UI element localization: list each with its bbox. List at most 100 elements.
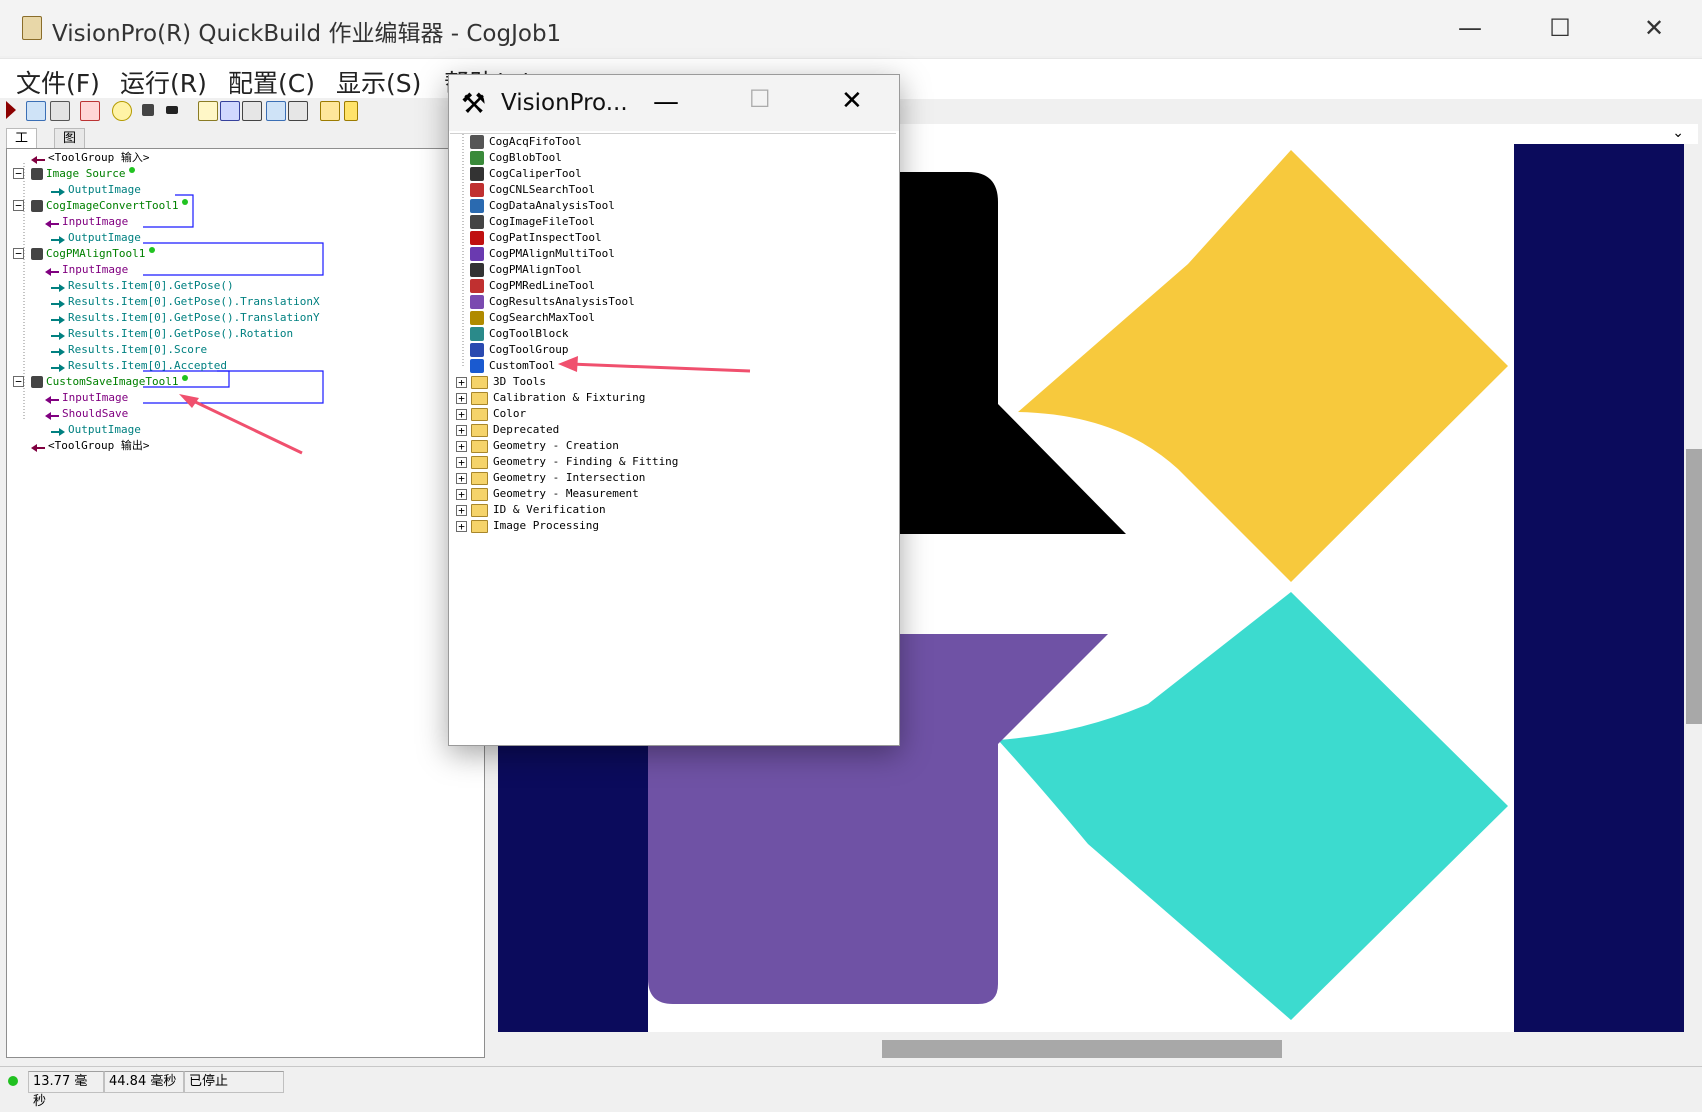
maximize-button[interactable]: ☐ [1530, 10, 1590, 46]
tool-list-item[interactable]: CogCaliperTool [470, 166, 582, 182]
tree-item[interactable]: ShouldSave [45, 407, 128, 421]
number-icon[interactable] [220, 101, 240, 121]
tree-item-label: InputImage [62, 215, 129, 228]
expand-plus-icon[interactable]: + [456, 504, 467, 516]
tree-item[interactable]: Results.Item[0].Score [51, 343, 207, 357]
tool-list-item[interactable]: CogAcqFifoTool [470, 134, 582, 150]
tree-item[interactable]: − Image Source [13, 167, 136, 181]
expand-plus-icon[interactable]: + [456, 456, 467, 468]
tree-item[interactable]: Results.Item[0].GetPose().TranslationX [51, 295, 320, 309]
folder-list-item[interactable]: + Calibration & Fixturing [456, 390, 645, 406]
debug-icon[interactable] [288, 101, 308, 121]
tool-list-item[interactable]: CustomTool [470, 358, 555, 374]
tree-item-label: Results.Item[0].GetPose().TranslationX [68, 295, 320, 308]
tool-list-item[interactable]: CogCNLSearchTool [470, 182, 595, 198]
output-arrow-icon [51, 426, 65, 436]
tool-list-item[interactable]: CogToolBlock [470, 326, 568, 342]
tool-list-item[interactable]: CogSearchMaxTool [470, 310, 595, 326]
vertical-scroll-thumb[interactable] [1686, 449, 1702, 724]
tool-list-item[interactable]: CogPMAlignMultiTool [470, 246, 615, 262]
reset-icon[interactable] [80, 101, 100, 121]
vertical-scrollbar[interactable] [1684, 144, 1702, 1044]
camera-icon[interactable] [26, 101, 46, 121]
folder-list-item[interactable]: + Color [456, 406, 526, 422]
minimize-button[interactable]: — [1440, 10, 1500, 46]
tree-item[interactable]: InputImage [45, 391, 128, 405]
status-state: 已停止 [184, 1071, 284, 1093]
tool-list-label: CogSearchMaxTool [489, 311, 595, 324]
run-icon[interactable] [6, 101, 16, 119]
output-arrow-icon [51, 186, 65, 196]
grid-icon[interactable] [50, 101, 70, 121]
tool-list-item[interactable]: CogImageFileTool [470, 214, 595, 230]
expander-icon[interactable]: − [13, 248, 24, 259]
expand-plus-icon[interactable]: + [456, 488, 467, 500]
tree-item[interactable]: InputImage [45, 263, 128, 277]
tree-item[interactable]: Results.Item[0].GetPose().Rotation [51, 327, 293, 341]
terminal-icon[interactable] [242, 101, 262, 121]
folder-list-item[interactable]: + Deprecated [456, 422, 559, 438]
menu-run[interactable]: 运行(R) [120, 64, 207, 100]
tree-item[interactable]: − CogImageConvertTool1 [13, 199, 189, 213]
expand-plus-icon[interactable]: + [456, 376, 467, 388]
tree-item-label: Results.Item[0].GetPose() [68, 279, 234, 292]
folder-icon [471, 471, 488, 485]
tree-item-label: Results.Item[0].GetPose().Rotation [68, 327, 294, 340]
refresh-icon[interactable] [112, 101, 132, 121]
tool-list-item[interactable]: CogPatInspectTool [470, 230, 602, 246]
expander-icon[interactable]: − [13, 168, 24, 179]
help-icon[interactable] [344, 101, 358, 121]
expander-icon[interactable]: − [13, 376, 24, 387]
close-button[interactable]: ✕ [841, 86, 863, 116]
tool-list-item[interactable]: CogPMRedLineTool [470, 278, 595, 294]
tree-item[interactable]: <ToolGroup 输入> [31, 151, 149, 165]
tools-icon[interactable] [266, 101, 286, 121]
folder-icon [471, 407, 488, 421]
tool-list-item[interactable]: CogPMAlignTool [470, 262, 582, 278]
tree-item[interactable]: OutputImage [51, 231, 141, 245]
tab-tools[interactable]: 工具 [6, 128, 38, 166]
expand-plus-icon[interactable]: + [456, 424, 467, 436]
menu-file[interactable]: 文件(F) [16, 64, 100, 100]
folder-list-item[interactable]: + Geometry - Finding & Fitting [456, 454, 678, 470]
notes-icon[interactable] [198, 101, 218, 121]
expand-plus-icon[interactable]: + [456, 392, 467, 404]
expander-icon[interactable]: − [13, 200, 24, 211]
tree-item[interactable]: Results.Item[0].Accepted [51, 359, 227, 373]
tree-item[interactable]: OutputImage [51, 423, 141, 437]
menu-display[interactable]: 显示(S) [336, 64, 421, 100]
tree-item[interactable]: Results.Item[0].GetPose().TranslationY [51, 311, 320, 325]
folder-list-item[interactable]: + Geometry - Creation [456, 438, 619, 454]
eraser-icon[interactable] [166, 106, 178, 114]
folder-list-item[interactable]: + Geometry - Measurement [456, 486, 639, 502]
menu-config[interactable]: 配置(C) [228, 64, 315, 100]
folder-list-item[interactable]: + Geometry - Intersection [456, 470, 645, 486]
tool-list-item[interactable]: CogToolGroup [470, 342, 568, 358]
folder-list-item[interactable]: + Image Processing [456, 518, 599, 534]
tool-list-item[interactable]: CogResultsAnalysisTool [470, 294, 635, 310]
tree-item[interactable]: − CogPMAlignTool1 [13, 247, 156, 261]
expand-plus-icon[interactable]: + [456, 472, 467, 484]
tree-item[interactable]: InputImage [45, 215, 128, 229]
horizontal-scrollbar[interactable] [498, 1032, 1684, 1064]
minimize-button[interactable]: — [653, 87, 679, 117]
close-button[interactable]: ✕ [1624, 10, 1684, 46]
folder-list-item[interactable]: +3D Tools [456, 374, 546, 390]
pen-icon[interactable] [142, 104, 154, 116]
chevron-down-icon[interactable]: ⌄ [1672, 125, 1684, 141]
tool-list-label: CogResultsAnalysisTool [489, 295, 635, 308]
tree-item[interactable]: OutputImage [51, 183, 141, 197]
ruler-icon[interactable] [320, 101, 340, 121]
tree-item[interactable]: <ToolGroup 输出> [31, 439, 149, 453]
tab-graphics[interactable]: 图形 [54, 128, 86, 166]
tree-item[interactable]: Results.Item[0].GetPose() [51, 279, 234, 293]
maximize-button[interactable]: ☐ [749, 85, 771, 113]
tool-list-item[interactable]: CogBlobTool [470, 150, 562, 166]
horizontal-scroll-thumb[interactable] [882, 1040, 1282, 1058]
expand-plus-icon[interactable]: + [456, 440, 467, 452]
expand-plus-icon[interactable]: + [456, 408, 467, 420]
expand-plus-icon[interactable]: + [456, 520, 467, 532]
tree-item[interactable]: − CustomSaveImageTool1 [13, 375, 189, 389]
folder-list-item[interactable]: + ID & Verification [456, 502, 606, 518]
tool-list-item[interactable]: CogDataAnalysisTool [470, 198, 615, 214]
